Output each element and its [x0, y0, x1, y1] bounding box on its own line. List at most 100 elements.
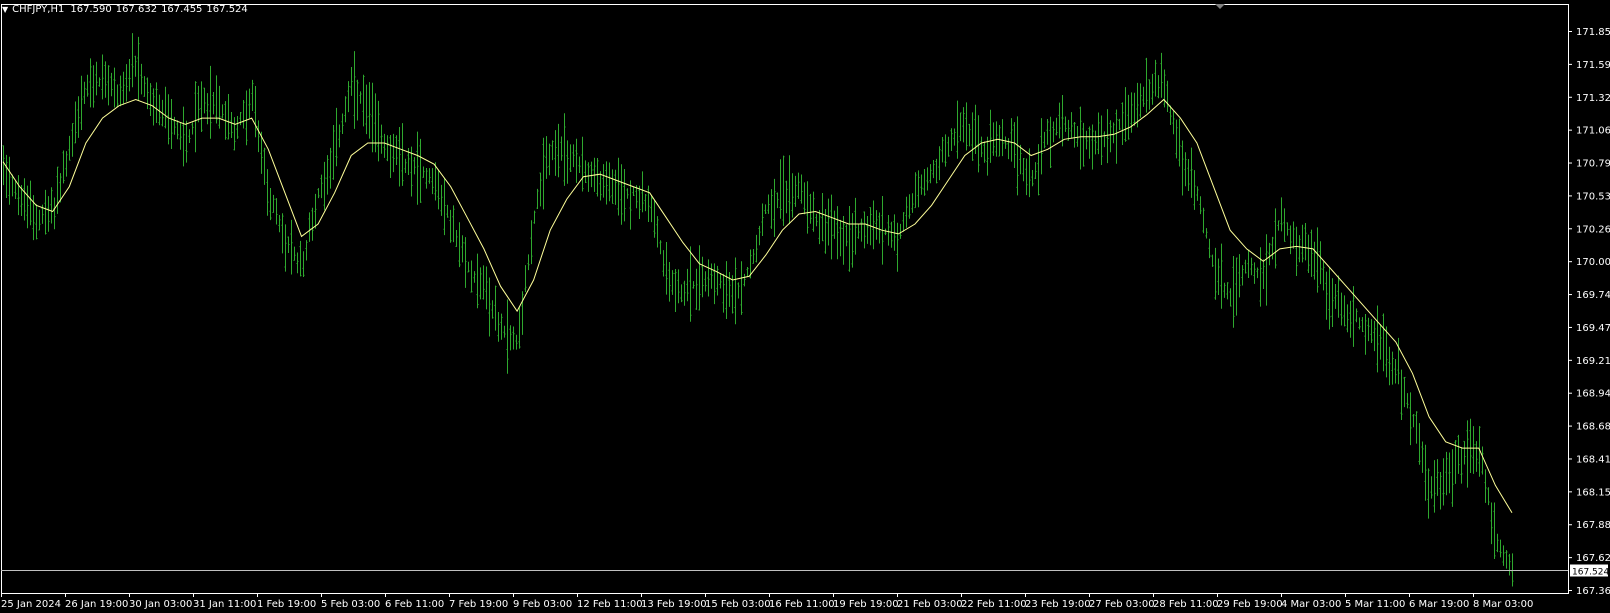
price-bar — [122, 71, 125, 105]
price-bar — [1193, 170, 1196, 210]
price-bar — [1151, 73, 1154, 105]
price-bar — [707, 259, 710, 297]
price-bar — [605, 161, 608, 205]
price-bar — [1229, 288, 1232, 307]
price-bar — [1451, 449, 1454, 507]
price-bar — [665, 241, 668, 295]
price-bar — [167, 94, 170, 145]
price-bar — [800, 174, 803, 204]
price-bar — [728, 272, 731, 307]
price-bar — [1382, 313, 1385, 372]
price-bar — [926, 167, 929, 191]
x-tick-label: 30 Jan 03:00 — [129, 599, 192, 610]
price-bar — [1124, 87, 1127, 142]
price-bar — [863, 211, 866, 249]
price-bar — [653, 200, 656, 238]
price-bar — [737, 282, 740, 299]
price-bar — [686, 268, 689, 302]
price-bar — [704, 271, 707, 292]
price-bar — [1088, 126, 1091, 159]
price-bar — [818, 210, 821, 245]
price-bar — [335, 107, 338, 167]
y-tick-label: 170.795 — [1576, 159, 1610, 170]
price-bar — [272, 194, 275, 213]
price-bar — [83, 81, 86, 105]
price-bar — [311, 207, 314, 241]
price-bar — [500, 313, 503, 340]
price-bar — [557, 123, 560, 178]
price-bar — [521, 291, 524, 335]
price-bar — [554, 130, 557, 176]
price-bar — [1328, 266, 1331, 330]
price-bar — [578, 156, 581, 174]
price-bar — [137, 36, 140, 101]
price-bar — [611, 169, 614, 204]
ohlc-open: 167.590 — [70, 4, 112, 15]
price-bar — [1028, 148, 1031, 198]
price-bar — [1217, 258, 1220, 295]
price-bar — [1037, 144, 1040, 196]
price-bar — [1421, 441, 1424, 473]
price-bar — [392, 133, 395, 173]
price-bar — [128, 58, 131, 92]
price-bar — [1487, 487, 1490, 506]
price-bar — [134, 55, 137, 77]
price-bar — [929, 164, 932, 184]
price-bar — [419, 138, 422, 203]
price-bar — [1349, 300, 1352, 338]
price-bar — [647, 185, 650, 222]
price-bar — [1256, 267, 1259, 279]
price-bar — [1166, 80, 1169, 112]
price-bar — [932, 160, 935, 179]
price-bar — [1085, 130, 1088, 150]
price-bar — [644, 194, 647, 212]
price-bar — [857, 223, 860, 239]
price-bar — [512, 326, 515, 350]
price-bar — [590, 161, 593, 188]
price-bar — [914, 172, 917, 209]
price-bar — [1334, 284, 1337, 309]
price-bar — [1178, 118, 1181, 167]
price-bar — [1346, 304, 1349, 333]
price-bar — [671, 270, 674, 295]
price-bar — [752, 249, 755, 264]
price-bar — [107, 65, 110, 106]
price-bar — [197, 85, 200, 123]
price-bar — [212, 92, 215, 115]
chart-window[interactable]: 171.850 171.590 171.325 171.060 170.795 170.5… — [0, 0, 1610, 613]
price-bar — [1466, 420, 1469, 488]
price-bar — [941, 137, 944, 163]
price-bar — [1100, 115, 1103, 165]
price-bar — [1403, 376, 1406, 408]
price-bar — [782, 155, 785, 226]
price-bar — [638, 185, 641, 220]
price-bar — [887, 214, 890, 246]
price-bar — [680, 284, 683, 303]
price-bar — [47, 196, 50, 232]
price-bar — [1340, 292, 1343, 326]
price-bar — [656, 216, 659, 248]
price-bar — [1139, 83, 1142, 118]
price-bar — [1274, 208, 1277, 269]
chart-menu-triangle-icon[interactable]: ▼ — [2, 2, 8, 18]
price-bar — [947, 136, 950, 157]
price-bar — [1400, 369, 1403, 421]
y-tick-label: 168.150 — [1576, 487, 1610, 498]
price-bar — [1304, 223, 1307, 261]
price-bar — [1043, 131, 1046, 149]
price-bar — [380, 124, 383, 154]
price-bar — [527, 254, 530, 271]
price-bar — [1265, 234, 1268, 306]
price-bar — [257, 120, 260, 153]
price-bar — [1148, 79, 1151, 110]
ohlc-bars — [2, 33, 1514, 587]
price-bar — [341, 113, 344, 134]
price-bar — [1301, 224, 1304, 263]
price-bar — [371, 82, 374, 153]
price-chart[interactable]: 171.850 171.590 171.325 171.060 170.795 170.5… — [0, 0, 1610, 613]
price-bar — [1388, 346, 1391, 386]
price-bar — [587, 162, 590, 192]
price-bar — [455, 229, 458, 247]
price-bar — [1244, 259, 1247, 274]
chart-shift-marker-icon[interactable] — [1215, 4, 1225, 9]
